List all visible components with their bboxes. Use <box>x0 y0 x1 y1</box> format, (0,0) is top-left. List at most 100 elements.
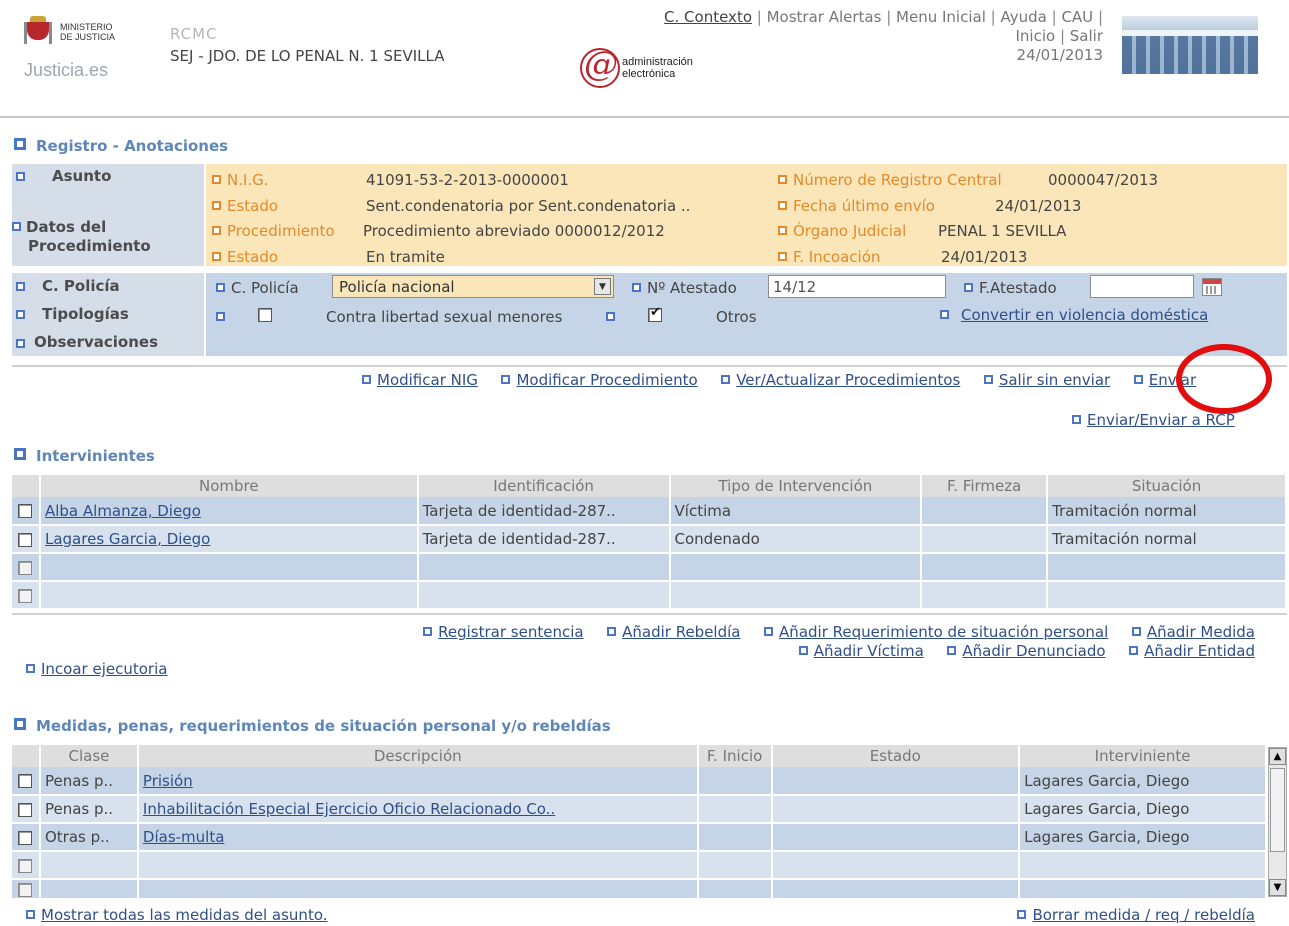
medida-descripcion-link[interactable]: Inhabilitación Especial Ejercicio Oficio… <box>143 800 555 818</box>
tipologia-checkbox-1[interactable] <box>258 308 272 322</box>
ayuda-link[interactable]: Ayuda <box>1000 8 1046 26</box>
borrar-medida-link[interactable]: Borrar medida / req / rebeldía <box>1032 906 1255 924</box>
incoar-ejecutoria-link[interactable]: Incoar ejecutoria <box>41 660 167 678</box>
nig-label: N.I.G. <box>212 171 269 189</box>
registro-panel: Asunto Datos del Procedimiento N.I.G. 41… <box>12 164 1287 356</box>
medida-descripcion-link[interactable]: Prisión <box>143 772 193 790</box>
bullet-icon <box>16 310 25 319</box>
table-row[interactable]: Penas p.. Prisión Lagares Garcia, Diego <box>12 767 1267 796</box>
inicio-link[interactable]: Inicio <box>1015 27 1055 45</box>
situacion-cell: Tramitación normal <box>1047 525 1287 554</box>
anadir-medida-link[interactable]: Añadir Medida <box>1147 623 1255 641</box>
estado-proc-label: Estado <box>212 248 278 266</box>
intervinientes-actions: Registrar sentencia Añadir Rebeldía Añad… <box>423 623 1255 661</box>
table-row-empty <box>12 879 1267 900</box>
cau-link[interactable]: CAU <box>1061 8 1093 26</box>
col-situacion[interactable]: Situación <box>1047 475 1287 497</box>
col-nombre[interactable]: Nombre <box>39 475 419 497</box>
medidas-table: Clase Descripción F. Inicio Estado Inter… <box>12 745 1267 900</box>
col-interviniente[interactable]: Interviniente <box>1019 745 1267 767</box>
scroll-up-icon[interactable]: ▲ <box>1269 748 1286 765</box>
salir-sin-enviar-link[interactable]: Salir sin enviar <box>999 371 1110 389</box>
anadir-requerimiento-link[interactable]: Añadir Requerimiento de situación person… <box>779 623 1108 641</box>
calendar-icon[interactable] <box>1202 278 1222 296</box>
anadir-victima-link[interactable]: Añadir Víctima <box>814 642 924 660</box>
page-header: MINISTERIO DE JUSTICIA Justicia.es RCMC … <box>0 0 1289 118</box>
bullet-icon <box>16 172 25 181</box>
col-clase[interactable]: Clase <box>39 745 139 767</box>
bullet-icon <box>216 312 225 321</box>
anadir-denunciado-link[interactable]: Añadir Denunciado <box>962 642 1105 660</box>
row-checkbox <box>18 882 32 897</box>
col-estado[interactable]: Estado <box>771 745 1021 767</box>
col-tipo[interactable]: Tipo de Intervención <box>669 475 923 497</box>
tipo-cell: Víctima <box>669 497 923 526</box>
divider <box>12 613 1287 615</box>
mostrar-todas-medidas-link[interactable]: Mostrar todas las medidas del asunto. <box>41 906 328 924</box>
cpolicia-field-label: C. Policía <box>216 279 299 297</box>
col-firmeza[interactable]: F. Firmeza <box>921 475 1049 497</box>
divider <box>12 365 1287 367</box>
medida-descripcion-link[interactable]: Días-multa <box>143 828 225 846</box>
table-row[interactable]: Otras p.. Días-multa Lagares Garcia, Die… <box>12 823 1267 852</box>
registrar-sentencia-link[interactable]: Registrar sentencia <box>438 623 583 641</box>
cpolicia-row-label: C. Policía <box>42 277 120 295</box>
highlight-circle <box>1176 344 1272 414</box>
mostrar-alertas-link[interactable]: Mostrar Alertas <box>767 8 882 26</box>
scroll-down-icon[interactable]: ▼ <box>1269 879 1286 896</box>
fatestado-input[interactable] <box>1090 275 1194 298</box>
observaciones-field[interactable] <box>206 331 1287 356</box>
modificar-nig-link[interactable]: Modificar NIG <box>377 371 478 389</box>
ver-actualizar-procedimientos-link[interactable]: Ver/Actualizar Procedimientos <box>736 371 960 389</box>
section-bullet-icon <box>14 718 26 730</box>
enviar-rcp-link[interactable]: Enviar/Enviar a RCP <box>1087 411 1235 429</box>
estado-proc-value: En tramite <box>366 248 445 266</box>
row-checkbox[interactable] <box>18 774 32 788</box>
convertir-violencia-link[interactable]: Convertir en violencia doméstica <box>961 306 1208 324</box>
cpolicia-row: C. Policía C. Policía Policía nacional ▼… <box>12 273 1287 302</box>
top-nav: C. Contexto | Mostrar Alertas | Menu Ini… <box>664 8 1103 64</box>
tipologia-checkbox-2[interactable] <box>648 305 662 322</box>
registro-section-title: Registro - Anotaciones <box>14 137 228 155</box>
fecha-envio-label: Fecha último envío <box>778 197 935 215</box>
col-descripcion[interactable]: Descripción <box>137 745 699 767</box>
ministry-name: MINISTERIO DE JUSTICIA <box>60 22 115 42</box>
row-checkbox[interactable] <box>18 532 32 547</box>
medidas-scrollbar[interactable]: ▲ ▼ <box>1268 747 1287 897</box>
salir-link[interactable]: Salir <box>1070 27 1103 45</box>
contexto-link[interactable]: C. Contexto <box>664 8 752 26</box>
finicio-cell <box>697 795 773 824</box>
coat-of-arms-icon <box>24 16 52 46</box>
anadir-entidad-link[interactable]: Añadir Entidad <box>1144 642 1255 660</box>
table-row-empty <box>12 581 1287 610</box>
nrc-label: Número de Registro Central <box>778 171 1002 189</box>
row-checkbox[interactable] <box>18 504 32 518</box>
row-checkbox[interactable] <box>18 802 32 817</box>
table-row[interactable]: Lagares Garcia, Diego Tarjeta de identid… <box>12 525 1287 554</box>
interviniente-name-link[interactable]: Alba Almanza, Diego <box>45 502 201 520</box>
scroll-thumb[interactable] <box>1270 768 1285 852</box>
table-row[interactable]: Penas p.. Inhabilitación Especial Ejerci… <box>12 795 1267 824</box>
bullet-icon <box>16 339 25 348</box>
cpolicia-select[interactable]: Policía nacional ▼ <box>332 275 614 298</box>
procedimiento-label: Procedimiento <box>212 222 335 240</box>
registro-actions: Modificar NIG Modificar Procedimiento Ve… <box>362 371 1196 389</box>
clase-cell: Otras p.. <box>39 823 139 852</box>
chevron-down-icon[interactable]: ▼ <box>594 278 611 295</box>
modificar-procedimiento-link[interactable]: Modificar Procedimiento <box>516 371 697 389</box>
tipologias-row: Tipologías Contra libertad sexual menore… <box>12 302 1287 331</box>
table-row[interactable]: Alba Almanza, Diego Tarjeta de identidad… <box>12 497 1287 526</box>
justicia-brand: Justicia.es <box>24 60 109 80</box>
row-checkbox <box>18 560 32 575</box>
tipologia-2-text: Otros <box>716 308 757 326</box>
row-checkbox <box>18 588 32 603</box>
col-identificacion[interactable]: Identificación <box>417 475 671 497</box>
menu-inicial-link[interactable]: Menu Inicial <box>896 8 986 26</box>
atestado-input[interactable]: 14/12 <box>768 275 946 298</box>
row-checkbox[interactable] <box>18 830 32 845</box>
interviniente-name-link[interactable]: Lagares Garcia, Diego <box>45 530 210 548</box>
col-finicio[interactable]: F. Inicio <box>697 745 773 767</box>
observaciones-label: Observaciones <box>34 333 159 351</box>
anadir-rebeldia-link[interactable]: Añadir Rebeldía <box>622 623 740 641</box>
estado-value: Sent.condenatoria por Sent.condenatoria … <box>366 197 691 215</box>
